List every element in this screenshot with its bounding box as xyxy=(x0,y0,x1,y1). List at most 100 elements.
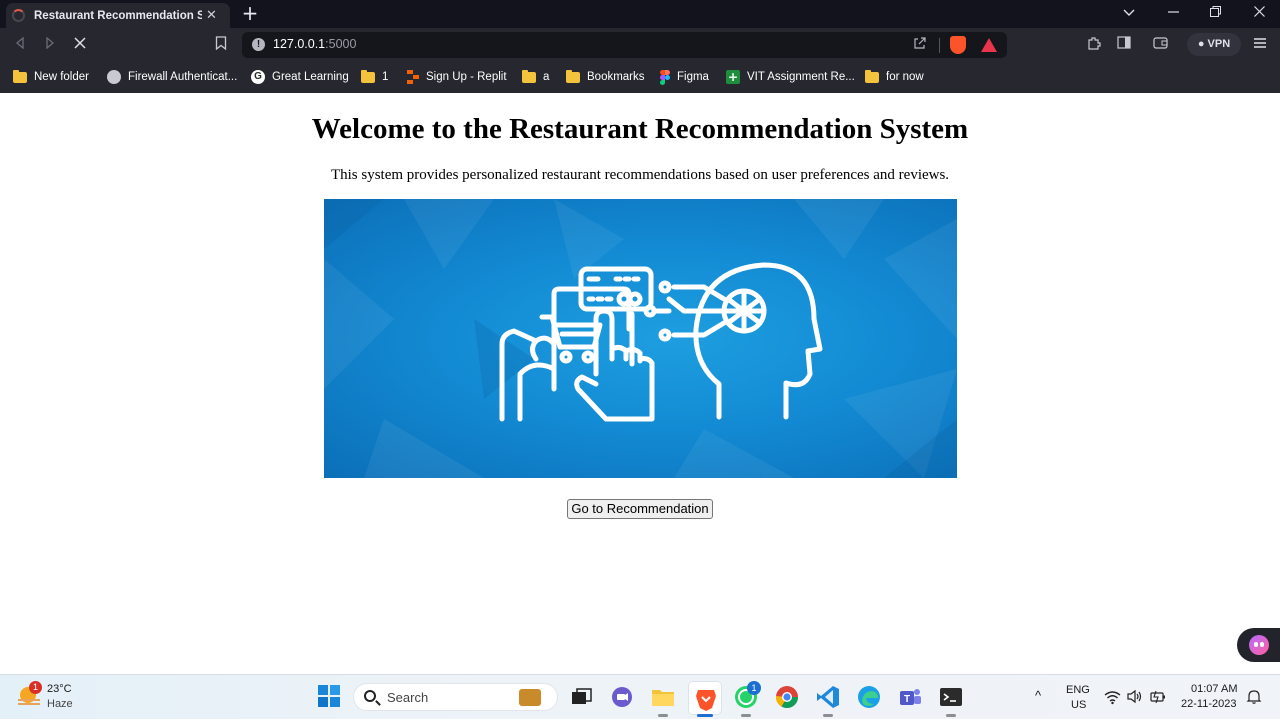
bookmarks-bar: New folder Firewall Authenticat... G Gre… xyxy=(0,62,1280,93)
file-explorer-icon[interactable] xyxy=(650,684,676,710)
page-description: This system provides personalized restau… xyxy=(330,167,950,183)
url-text: 127.0.0.1:5000 xyxy=(273,37,356,51)
browser-toolbar: ! 127.0.0.1:5000 ● VPN xyxy=(0,28,1280,62)
bookmark-label: New folder xyxy=(34,71,89,83)
svg-text:T: T xyxy=(904,694,910,705)
brave-shields-icon[interactable] xyxy=(950,36,966,54)
forward-icon[interactable] xyxy=(41,36,59,54)
tab-restaurant[interactable]: Restaurant Recommendation System ✕ xyxy=(6,3,230,28)
tab-search-chevron-icon[interactable] xyxy=(1118,4,1140,24)
loading-spinner-icon xyxy=(12,9,25,22)
replit-icon xyxy=(407,70,419,84)
weather-badge: 1 xyxy=(29,681,42,694)
terminal-icon[interactable] xyxy=(938,684,964,710)
whatsapp-badge: 1 xyxy=(747,681,761,695)
bookmark-icon[interactable] xyxy=(212,36,230,54)
globe-icon xyxy=(107,70,121,84)
tab-strip: Restaurant Recommendation System ✕ + xyxy=(0,0,1280,28)
close-tab-icon[interactable]: ✕ xyxy=(206,8,217,23)
stop-loading-icon[interactable] xyxy=(71,36,89,54)
chrome-icon[interactable] xyxy=(774,684,800,710)
folder-icon xyxy=(566,69,580,83)
brave-taskbar-icon[interactable] xyxy=(688,681,722,715)
bookmark-label: Figma xyxy=(677,71,709,83)
bookmark-figma[interactable]: Figma xyxy=(660,67,709,87)
active-indicator xyxy=(697,714,713,717)
running-indicator xyxy=(946,714,956,717)
vpn-label: VPN xyxy=(1207,38,1231,50)
wallet-icon[interactable] xyxy=(1151,36,1169,54)
new-tab-button[interactable]: + xyxy=(240,3,260,23)
weather-condition: Haze xyxy=(47,698,73,710)
address-bar[interactable]: ! 127.0.0.1:5000 xyxy=(242,32,1007,58)
restore-button[interactable] xyxy=(1204,4,1226,24)
bookmark-replit[interactable]: Sign Up - Replit xyxy=(407,67,507,87)
menu-icon[interactable] xyxy=(1251,36,1269,54)
omnibox-separator xyxy=(939,38,940,53)
folder-icon xyxy=(522,69,536,83)
vpn-button[interactable]: ● VPN xyxy=(1187,33,1241,56)
close-window-button[interactable] xyxy=(1248,4,1270,24)
show-hidden-icons-chevron-icon[interactable]: ^ xyxy=(1035,688,1041,703)
bookmark-label: a xyxy=(543,71,550,83)
url-port: :5000 xyxy=(325,37,357,51)
bookmark-label: Great Learning xyxy=(272,71,349,83)
notification-bell-icon[interactable] xyxy=(1246,688,1262,705)
bookmark-label: for now xyxy=(886,71,924,83)
bookmark-great-learning[interactable]: G Great Learning xyxy=(251,67,349,87)
bookmark-label: 1 xyxy=(382,71,389,83)
battery-icon[interactable] xyxy=(1149,688,1167,705)
bookmark-label: Bookmarks xyxy=(587,71,645,83)
ai-shopping-illustration xyxy=(324,199,957,478)
clock-time[interactable]: 01:07 AM xyxy=(1191,683,1237,695)
page-title: Welcome to the Restaurant Recommendation… xyxy=(311,113,969,145)
vscode-icon[interactable] xyxy=(815,684,841,710)
back-icon[interactable] xyxy=(11,36,29,54)
chat-icon[interactable] xyxy=(609,684,635,710)
extensions-icon[interactable] xyxy=(1085,36,1103,54)
windows-taskbar: 1 23°C Haze Search 1 T ^ ENG US 01:07 AM… xyxy=(0,674,1280,719)
taskbar-search[interactable]: Search xyxy=(353,683,558,711)
task-view-icon[interactable] xyxy=(568,684,594,710)
go-to-recommendation-button[interactable]: Go to Recommendation xyxy=(567,499,713,519)
weather-temp: 23°C xyxy=(47,683,72,695)
running-indicator xyxy=(823,714,833,717)
figma-icon xyxy=(660,69,670,85)
wifi-icon[interactable] xyxy=(1104,688,1121,705)
bookmark-for-now[interactable]: for now xyxy=(865,67,924,87)
minimize-button[interactable] xyxy=(1162,4,1184,24)
windows-start-icon[interactable] xyxy=(318,685,340,707)
clock-date[interactable]: 22-11-2023 xyxy=(1181,698,1236,710)
bookmark-folder-a[interactable]: a xyxy=(522,67,549,87)
language-line2[interactable]: US xyxy=(1071,699,1086,711)
sidebar-icon[interactable] xyxy=(1115,36,1133,54)
running-indicator xyxy=(741,714,751,717)
edge-icon[interactable] xyxy=(856,684,882,710)
search-icon xyxy=(364,690,376,702)
bookmark-new-folder[interactable]: New folder xyxy=(13,67,89,87)
running-indicator xyxy=(658,714,668,717)
bookmark-label: Firewall Authenticat... xyxy=(128,71,238,83)
site-info-icon[interactable]: ! xyxy=(252,38,265,51)
volume-icon[interactable] xyxy=(1126,688,1143,705)
brave-rewards-icon[interactable] xyxy=(981,38,997,52)
teams-icon[interactable]: T xyxy=(897,684,923,710)
bookmark-label: Sign Up - Replit xyxy=(426,71,507,83)
language-line1[interactable]: ENG xyxy=(1066,684,1090,696)
search-highlight-icon xyxy=(519,689,541,706)
bookmark-folder-1[interactable]: 1 xyxy=(361,67,388,87)
bookmark-folder-bookmarks[interactable]: Bookmarks xyxy=(566,67,645,87)
web-page: Welcome to the Restaurant Recommendation… xyxy=(0,93,1280,674)
leo-assistant-button[interactable] xyxy=(1237,628,1280,662)
vit-icon: + xyxy=(726,70,740,84)
google-icon: G xyxy=(251,70,265,84)
url-host: 127.0.0.1 xyxy=(273,37,326,51)
tab-title: Restaurant Recommendation System xyxy=(34,9,202,22)
folder-icon xyxy=(361,69,375,83)
search-label: Search xyxy=(387,690,429,705)
bookmark-vit-assignment[interactable]: + VIT Assignment Re... xyxy=(726,67,855,87)
bookmark-firewall[interactable]: Firewall Authenticat... xyxy=(107,67,237,87)
hero-image xyxy=(324,199,957,478)
share-icon[interactable] xyxy=(913,36,927,54)
folder-icon xyxy=(865,69,879,83)
